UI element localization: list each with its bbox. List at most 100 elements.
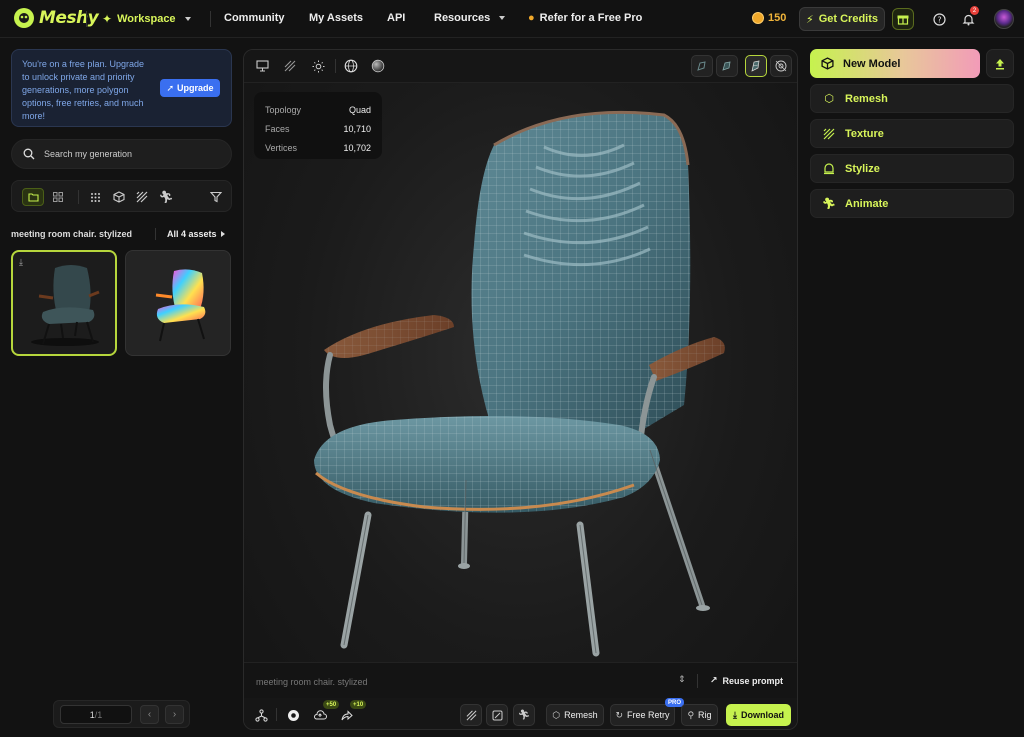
filter-texture-button[interactable] [134,189,150,205]
filter-model-button[interactable] [111,189,127,205]
filter-all-button[interactable] [87,189,103,205]
wireframe-mode-button[interactable] [745,55,767,77]
moneybag-icon: ● [528,12,535,24]
search-box[interactable]: Search my generation [11,139,232,169]
folder-view-button[interactable] [22,188,44,206]
animate-tool-button[interactable]: 🏃︎ Animate [810,189,1014,218]
divider [697,674,698,688]
wireframe-sphere-button[interactable] [343,58,359,74]
reuse-prompt-button[interactable]: ↗ Reuse prompt [710,675,783,686]
workspace-menu[interactable]: ✦ Workspace [102,12,191,26]
gift-button[interactable] [892,8,914,30]
retry-icon: ↻ [615,709,624,720]
grid-view-button[interactable] [50,189,66,205]
logo-icon [14,8,34,28]
stat-label: Topology [265,104,302,115]
animate-tool-label: Animate [845,197,889,210]
workspace-label: Workspace [117,13,176,25]
rig-button[interactable]: ⚲ Rig [681,704,718,726]
search-input[interactable]: Search my generation [44,149,132,159]
model-viewport[interactable]: Topology Quad Faces 10,710 Vertices 10,7… [243,49,798,730]
credits-balance[interactable]: 150 [752,12,786,24]
download-icon: ⤓ [19,257,23,267]
rocket-icon: ➚ [166,82,175,93]
svg-text:?: ? [937,15,941,24]
free-retry-button[interactable]: ↻ Free Retry [610,704,675,726]
wireframe-sphere-icon [344,59,358,73]
download-button[interactable]: ⤓ Download [726,704,791,726]
nav-api[interactable]: API [387,12,405,24]
page-input[interactable]: 1/1 [60,705,132,724]
uv-mode-button[interactable] [770,55,792,77]
all-assets-link[interactable]: All 4 assets [167,229,225,239]
lighting-button[interactable] [310,58,326,74]
filter-animation-button[interactable]: 🏃︎ [158,189,174,205]
chevron-right-icon: › [172,709,177,720]
help-button[interactable]: ? [928,8,950,30]
generation-title: meeting room chair. stylized [11,229,133,239]
privacy-button[interactable] [284,706,302,724]
new-model-button[interactable]: New Model [810,49,980,78]
lightning-icon: ⚡ [805,13,814,26]
filter-button[interactable] [208,189,224,205]
image-action-button[interactable] [486,704,508,726]
upgrade-button[interactable]: ➚ Upgrade [160,79,220,97]
texture-tool-button[interactable]: Texture [810,119,1014,148]
chevron-down-icon [184,17,191,21]
share-icon [341,709,353,720]
download-label: Download [740,710,784,720]
upgrade-label: Upgrade [177,83,214,93]
chevron-right-icon [220,231,225,237]
promo-text: You're on a free plan. Upgrade to unlock… [22,59,144,121]
remesh-tool-button[interactable]: ⬡ Remesh [810,84,1014,113]
chair-uv-thumbnail-image [155,269,206,342]
remesh-button[interactable]: ⬡ Remesh [546,704,604,726]
asset-thumbnail[interactable] [125,250,231,356]
nav-community[interactable]: Community [224,12,285,24]
get-credits-button[interactable]: ⚡ Get Credits [799,7,885,31]
monitor-view-button[interactable] [254,58,270,74]
prompt-bar: meeting room chair. stylized ⇕ ↗ Reuse p… [244,662,797,698]
prompt-text[interactable]: meeting room chair. stylized [256,677,368,687]
upgrade-promo: You're on a free plan. Upgrade to unlock… [11,49,232,127]
page-total: /1 [94,709,103,720]
view-mode-button-1[interactable] [691,55,713,77]
rig-icon: ⚲ [687,709,695,720]
texture-action-button[interactable] [460,704,482,726]
divider [86,11,87,27]
asset-thumbnail[interactable]: ⤓ [11,250,117,356]
free-retry-label: Free Retry [627,710,670,720]
remesh-icon: ⬡ [552,709,561,720]
stylize-tool-button[interactable]: Stylize [810,154,1014,183]
texture-icon [822,128,836,140]
cube-icon [821,57,834,70]
divider [78,190,79,204]
upload-button[interactable] [986,49,1014,78]
material-sphere-button[interactable] [370,58,386,74]
action-bar: +50 +10 🏃︎ ⬡ Remesh ↻ Free Retry PRO ⚲ R… [244,698,797,729]
top-nav: Meshy ✦ Workspace Community My Assets AP… [0,0,1024,38]
search-icon [23,148,35,160]
nav-my-assets[interactable]: My Assets [309,12,363,24]
folder-icon [27,193,39,202]
divider [155,228,156,240]
get-credits-label: Get Credits [818,13,879,25]
chair-thumbnail-image [31,265,100,346]
remesh-tool-label: Remesh [845,92,888,105]
nav-refer[interactable]: ● Refer for a Free Pro [528,12,642,24]
texture-icon [284,60,296,72]
uv-icon [775,60,787,72]
prev-page-button[interactable]: ‹ [140,705,159,724]
image-edit-icon [492,710,502,720]
credits-value: 150 [768,12,787,24]
texture-view-button[interactable] [282,58,298,74]
view-mode-button-2[interactable] [716,55,738,77]
nav-resources[interactable]: Resources [434,12,506,24]
model-view-icon [722,61,731,71]
next-page-button[interactable]: › [165,705,184,724]
avatar[interactable] [994,9,1014,29]
remesh-icon: ⬡ [824,93,834,105]
animate-action-button[interactable]: 🏃︎ [513,704,535,726]
hierarchy-button[interactable] [252,706,270,724]
expand-toggle-icon[interactable]: ⇕ [678,674,686,685]
